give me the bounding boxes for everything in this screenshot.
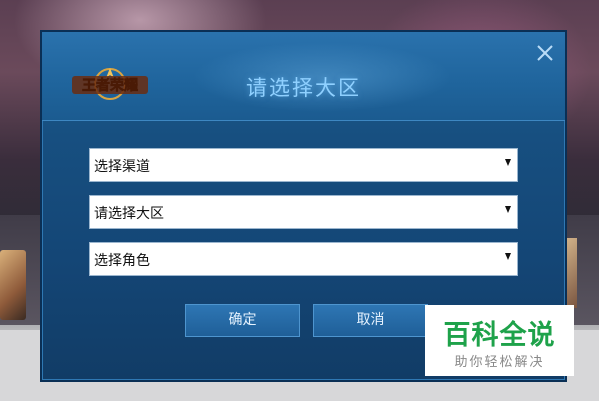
close-icon[interactable]: [534, 42, 556, 64]
confirm-button[interactable]: 确定: [185, 304, 300, 337]
cancel-button[interactable]: 取消: [313, 304, 428, 337]
dropdown-arrow-icon: [505, 253, 511, 260]
dialog-title: 请选择大区: [246, 76, 361, 100]
role-select-label: 选择角色: [94, 253, 150, 269]
region-select[interactable]: 请选择大区: [89, 195, 518, 229]
region-select-label: 请选择大区: [94, 206, 164, 222]
watermark-subtitle: 助你轻松解决: [454, 355, 545, 370]
dialog-header: 王者荣耀 请选择大区: [42, 32, 565, 121]
dropdown-arrow-icon: [505, 159, 511, 166]
dropdown-arrow-icon: [505, 206, 511, 213]
channel-select[interactable]: 选择渠道: [89, 148, 518, 182]
channel-select-label: 选择渠道: [94, 159, 150, 175]
role-select[interactable]: 选择角色: [89, 242, 518, 276]
watermark-title: 百科全说: [443, 320, 556, 351]
watermark: 百科全说 助你轻松解决: [425, 305, 574, 376]
background-hero-portrait: [0, 250, 26, 320]
